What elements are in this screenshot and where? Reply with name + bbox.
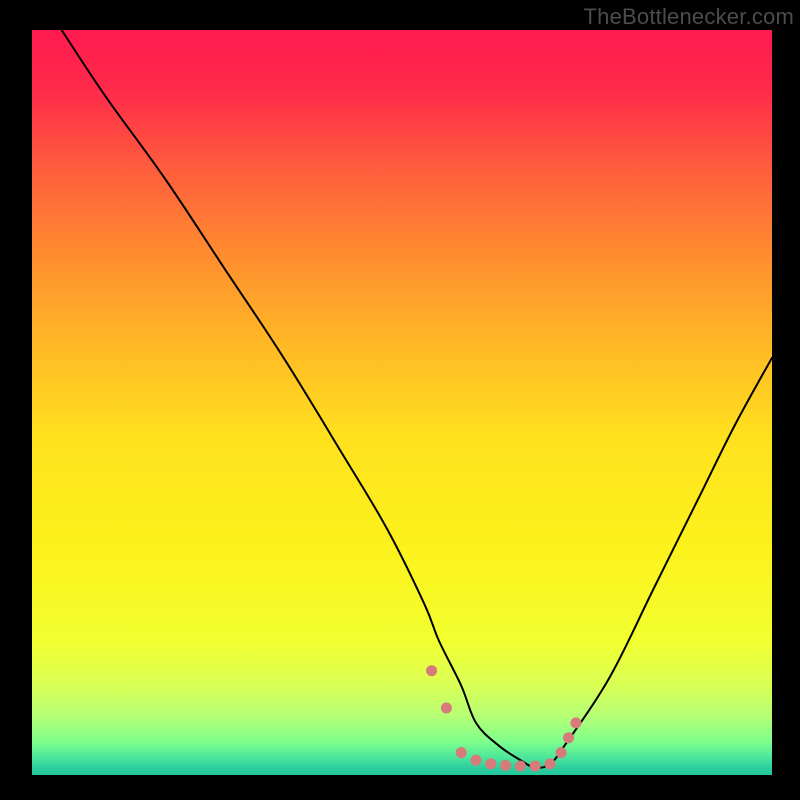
marker-point: [441, 702, 452, 713]
marker-point: [456, 747, 467, 758]
marker-point: [570, 717, 581, 728]
marker-point: [563, 732, 574, 743]
marker-point: [515, 761, 526, 772]
marker-point: [556, 747, 567, 758]
marker-point: [530, 761, 541, 772]
watermark-text: TheBottlenecker.com: [584, 4, 794, 30]
chart-container: TheBottlenecker.com: [0, 0, 800, 800]
marker-point: [545, 758, 556, 769]
marker-point: [426, 665, 437, 676]
marker-point: [485, 758, 496, 769]
gradient-background: [32, 30, 772, 775]
marker-point: [471, 755, 482, 766]
marker-point: [500, 760, 511, 771]
chart-svg: [0, 0, 800, 800]
